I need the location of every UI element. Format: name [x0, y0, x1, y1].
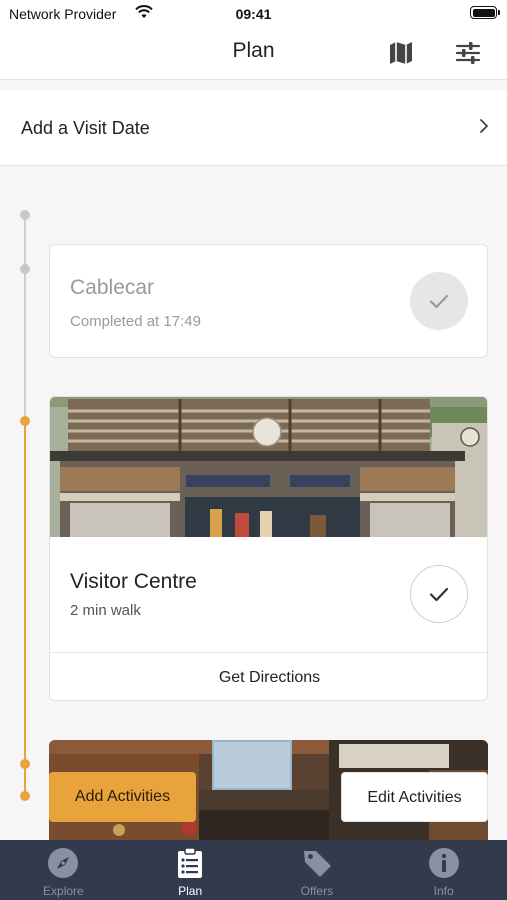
visitor-centre-photo [50, 397, 487, 537]
checkmark-icon [429, 294, 449, 309]
map-icon[interactable] [387, 39, 415, 67]
add-visit-date-label: Add a Visit Date [21, 118, 150, 138]
compass-icon [48, 848, 79, 878]
battery-icon [470, 6, 500, 19]
checkmark-icon [429, 587, 449, 602]
page-title: Plan [232, 39, 275, 62]
timeline-dot [20, 210, 30, 220]
add-visit-date-row[interactable]: Add a Visit Date [0, 90, 507, 166]
status-bar: Network Provider 09:41 [0, 0, 507, 28]
tab-bar: Explore Plan Offers Info [0, 840, 507, 900]
edit-activities-button[interactable]: Edit Activities [341, 772, 488, 822]
plan-item-subtitle: 2 min walk [70, 602, 141, 619]
plan-item-card-cablecar[interactable]: Cablecar Completed at 17:49 [49, 244, 488, 358]
completed-check-button[interactable] [410, 272, 468, 330]
timeline-completed-line [24, 215, 26, 421]
plan-item-card-visitor-centre[interactable]: Visitor Centre 2 min walk Get Directions [49, 396, 488, 701]
tab-plan[interactable]: Plan [127, 840, 254, 900]
tab-label: Plan [178, 884, 203, 898]
info-icon [428, 848, 459, 878]
tag-icon [303, 851, 331, 877]
chevron-right-icon [480, 119, 488, 133]
tab-info[interactable]: Info [380, 840, 507, 900]
timeline-dot [20, 759, 30, 769]
tab-label: Info [433, 884, 454, 898]
tab-explore[interactable]: Explore [0, 840, 127, 900]
tab-label: Explore [43, 884, 84, 898]
mark-complete-button[interactable] [410, 565, 468, 623]
timeline-dot [20, 264, 30, 274]
plan-item-title: Visitor Centre [70, 570, 197, 593]
tab-label: Offers [300, 884, 334, 898]
timeline-upcoming-line [24, 421, 26, 797]
plan-item-subtitle: Completed at 17:49 [70, 313, 201, 330]
clock: 09:41 [235, 6, 272, 22]
navigation-bar: Plan [0, 28, 507, 80]
sliders-icon[interactable] [453, 39, 483, 67]
timeline-dot [20, 416, 30, 426]
get-directions-button[interactable]: Get Directions [50, 652, 487, 700]
timeline-dot [20, 791, 30, 801]
plan-item-title: Cablecar [70, 276, 155, 299]
clipboard-icon [178, 847, 203, 878]
tab-offers[interactable]: Offers [254, 840, 381, 900]
add-activities-button[interactable]: Add Activities [49, 772, 196, 822]
